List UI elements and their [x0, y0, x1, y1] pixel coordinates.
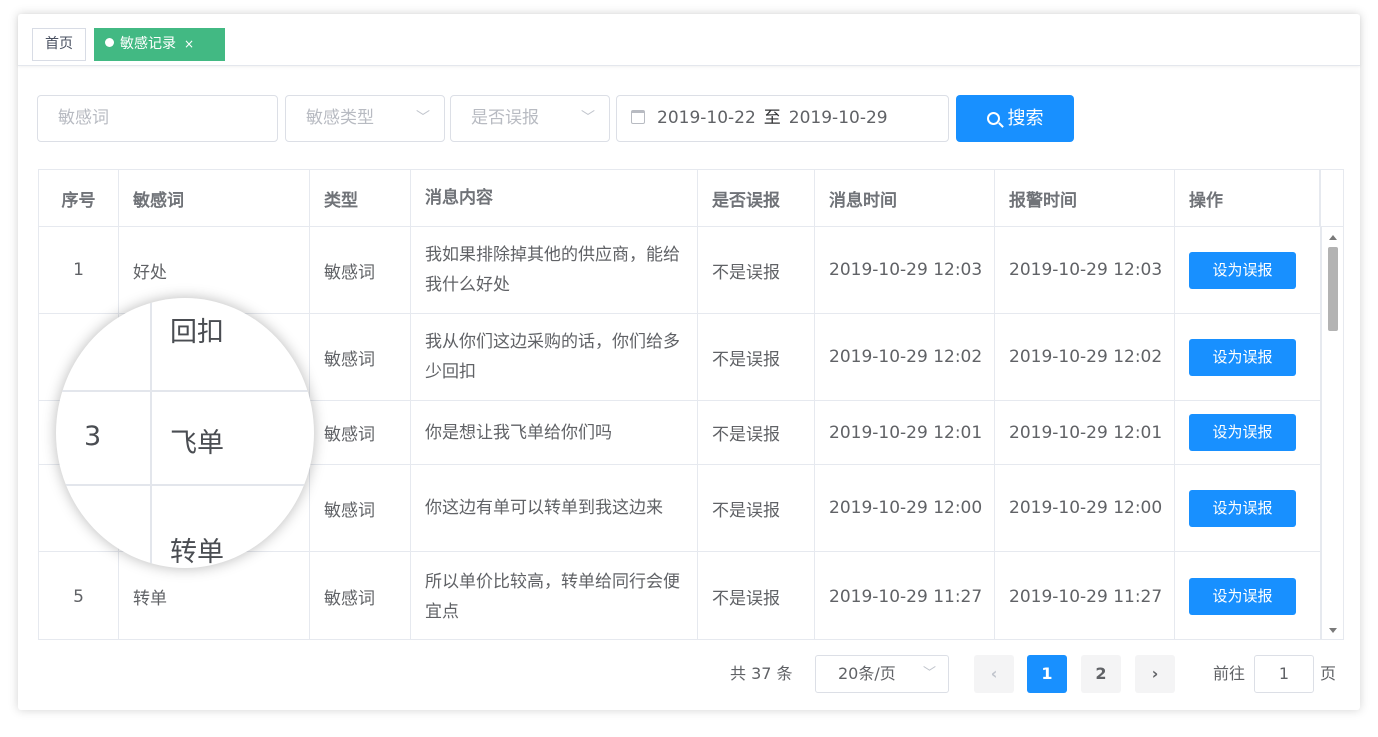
- scrollbar-thumb[interactable]: [1328, 247, 1338, 331]
- chevron-down-icon: ﹀: [922, 666, 936, 681]
- header-message-time: 消息时间: [815, 170, 995, 226]
- prev-page-button[interactable]: ‹: [974, 655, 1014, 693]
- table-scrollbar[interactable]: [1321, 227, 1343, 639]
- lens-row-divider: [56, 484, 314, 486]
- header-false-alarm: 是否误报: [698, 170, 815, 226]
- cell-false-alarm: 不是误报: [698, 314, 815, 400]
- header-operation: 操作: [1175, 170, 1321, 226]
- next-page-button[interactable]: ›: [1135, 655, 1175, 693]
- goto-unit: 页: [1320, 664, 1337, 683]
- date-start: 2019-10-22: [657, 108, 756, 128]
- cell-type: 敏感词: [310, 465, 411, 551]
- table-row: 5 转单 敏感词 所以单价比较高，转单给同行会便宜点 不是误报 2019-10-…: [39, 552, 1321, 639]
- active-dot-icon: [105, 38, 114, 47]
- sensitive-word-input[interactable]: 敏感词: [37, 95, 278, 142]
- cell-message-time: 2019-10-29 12:01: [815, 401, 995, 464]
- cell-type: 敏感词: [310, 227, 411, 313]
- sensitive-type-placeholder: 敏感类型: [306, 108, 374, 128]
- cell-no: 1: [39, 227, 119, 313]
- table-row: 1 好处 敏感词 我如果排除掉其他的供应商，能给我什么好处 不是误报 2019-…: [39, 227, 1321, 314]
- page-1-button[interactable]: 1: [1027, 655, 1067, 693]
- false-alarm-placeholder: 是否误报: [471, 108, 539, 128]
- mark-false-alarm-button[interactable]: 设为误报: [1189, 578, 1296, 615]
- pagination-total: 共 37 条: [730, 664, 793, 683]
- chevron-down-icon: ﹀: [581, 110, 595, 126]
- goto-label: 前往: [1213, 664, 1246, 683]
- search-icon: [986, 112, 1000, 125]
- cell-type: 敏感词: [310, 401, 411, 464]
- cell-false-alarm: 不是误报: [698, 401, 815, 464]
- mark-false-alarm-button[interactable]: 设为误报: [1189, 414, 1296, 451]
- cell-operation: 设为误报: [1175, 401, 1321, 464]
- header-type: 类型: [310, 170, 411, 226]
- header-no: 序号: [39, 170, 119, 226]
- page-size-value: 20条/页: [838, 664, 896, 683]
- cell-operation: 设为误报: [1175, 552, 1321, 639]
- scroll-up-icon[interactable]: [1329, 235, 1337, 240]
- cell-message: 你这边有单可以转单到我这边来: [411, 465, 698, 551]
- date-range-picker[interactable]: 2019-10-22 至 2019-10-29: [616, 95, 949, 142]
- lens-row-divider: [56, 390, 314, 392]
- header-word: 敏感词: [119, 170, 310, 226]
- cell-operation: 设为误报: [1175, 314, 1321, 400]
- cell-alarm-time: 2019-10-29 12:01: [995, 401, 1175, 464]
- cell-no: 5: [39, 552, 119, 639]
- header-gutter: [1319, 170, 1343, 227]
- false-alarm-select[interactable]: 是否误报 ﹀: [450, 95, 610, 142]
- date-separator: 至: [763, 108, 781, 128]
- magnifier-lens: 回扣 3 飞单 转单: [56, 298, 314, 568]
- lens-no-mid: 3: [84, 421, 102, 452]
- cell-message-time: 2019-10-29 12:02: [815, 314, 995, 400]
- chevron-down-icon: ﹀: [416, 110, 430, 126]
- lens-word-mid: 飞单: [170, 428, 224, 459]
- mark-false-alarm-button[interactable]: 设为误报: [1189, 251, 1296, 289]
- tab-home[interactable]: 首页: [32, 28, 86, 61]
- search-button-label: 搜索: [1007, 108, 1044, 128]
- table-header-row: 序号 敏感词 类型 消息内容 是否误报 消息时间 报警时间 操作: [39, 170, 1321, 227]
- lens-column-divider: [150, 298, 152, 568]
- header-alarm-time: 报警时间: [995, 170, 1175, 226]
- cell-alarm-time: 2019-10-29 11:27: [995, 552, 1175, 639]
- lens-word-top: 回扣: [170, 317, 224, 348]
- search-button[interactable]: 搜索: [956, 95, 1074, 142]
- scroll-down-icon[interactable]: [1329, 628, 1337, 633]
- lens-word-bottom: 转单: [170, 537, 224, 568]
- cell-alarm-time: 2019-10-29 12:00: [995, 465, 1175, 551]
- cell-message: 你是想让我飞单给你们吗: [411, 401, 698, 464]
- cell-type: 敏感词: [310, 552, 411, 639]
- tab-sensitive-records[interactable]: 敏感记录 ×: [94, 28, 225, 61]
- date-end: 2019-10-29: [788, 108, 888, 128]
- header-message: 消息内容: [411, 170, 698, 226]
- mark-false-alarm-button[interactable]: 设为误报: [1189, 338, 1296, 376]
- tab-label: 敏感记录: [120, 36, 176, 52]
- cell-message-time: 2019-10-29 11:27: [815, 552, 995, 639]
- cell-message-time: 2019-10-29 12:00: [815, 465, 995, 551]
- cell-message-time: 2019-10-29 12:03: [815, 227, 995, 313]
- close-icon[interactable]: ×: [184, 37, 194, 51]
- cell-operation: 设为误报: [1175, 227, 1321, 313]
- goto-page-input[interactable]: 1: [1254, 655, 1314, 693]
- tags-view-bar: 首页 敏感记录 ×: [18, 14, 1360, 66]
- main-panel: 首页 敏感记录 × 敏感词 敏感类型 ﹀ 是否误报 ﹀ 2019-10-22 至 20…: [18, 14, 1360, 710]
- cell-false-alarm: 不是误报: [698, 552, 815, 639]
- cell-message: 所以单价比较高，转单给同行会便宜点: [411, 552, 698, 639]
- cell-alarm-time: 2019-10-29 12:02: [995, 314, 1175, 400]
- cell-false-alarm: 不是误报: [698, 227, 815, 313]
- page-2-button[interactable]: 2: [1081, 655, 1121, 693]
- cell-false-alarm: 不是误报: [698, 465, 815, 551]
- sensitive-type-select[interactable]: 敏感类型 ﹀: [285, 95, 445, 142]
- cell-message: 我从你们这边采购的话，你们给多少回扣: [411, 314, 698, 400]
- cell-word: 好处: [119, 227, 310, 313]
- cell-alarm-time: 2019-10-29 12:03: [995, 227, 1175, 313]
- cell-message: 我如果排除掉其他的供应商，能给我什么好处: [411, 227, 698, 313]
- cell-operation: 设为误报: [1175, 465, 1321, 551]
- page-size-select[interactable]: 20条/页 ﹀: [815, 655, 949, 693]
- cell-type: 敏感词: [310, 314, 411, 400]
- mark-false-alarm-button[interactable]: 设为误报: [1189, 489, 1296, 527]
- calendar-icon: [631, 110, 645, 124]
